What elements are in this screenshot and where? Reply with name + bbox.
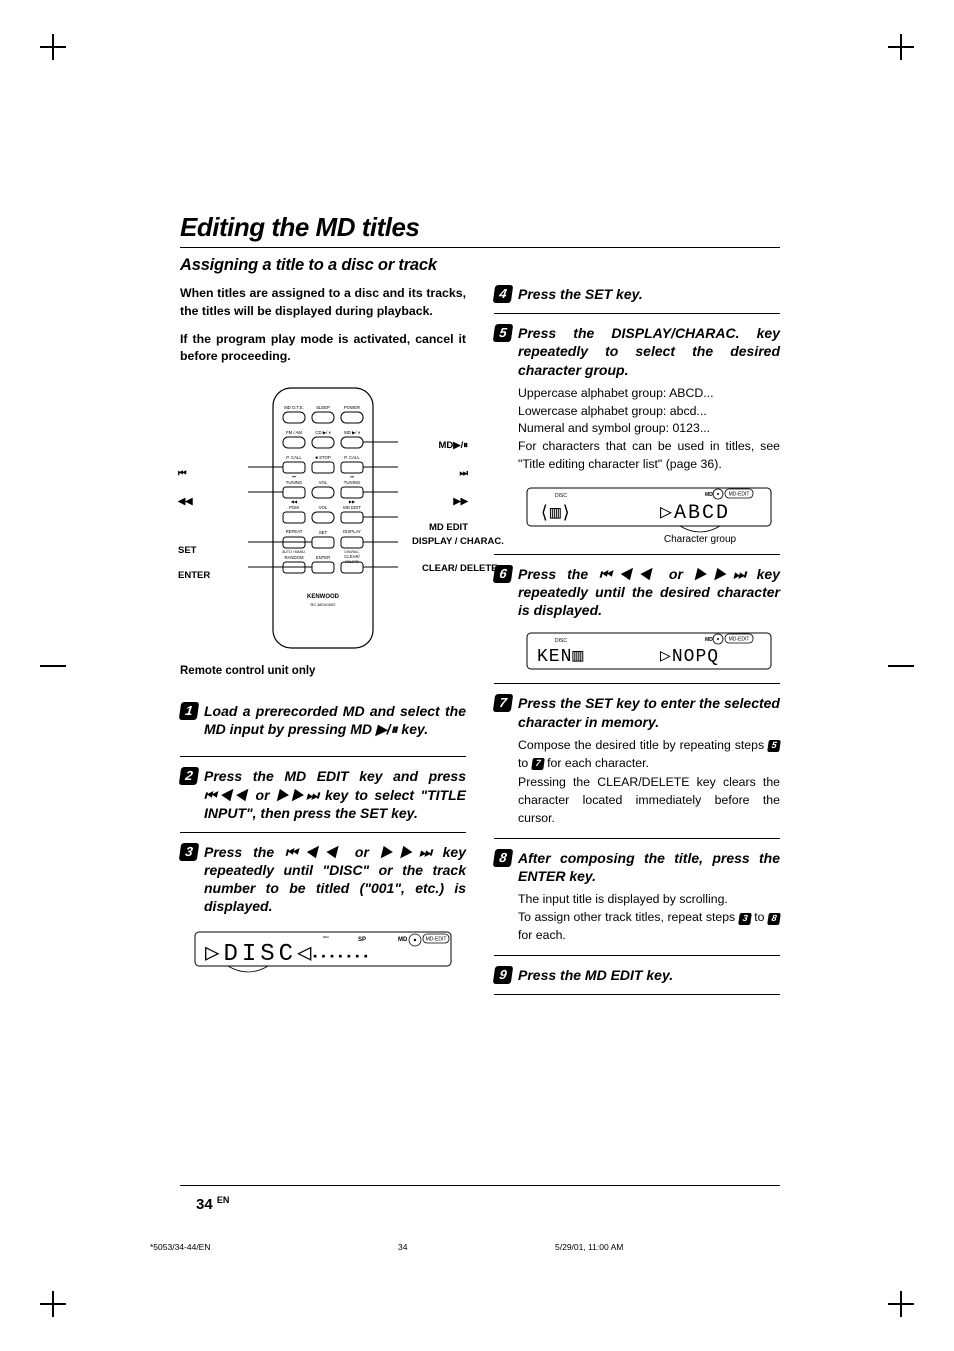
step-5-body-3: Numeral and symbol group: 0123... — [518, 420, 780, 438]
svg-text:▷DISC◁: ▷DISC◁ — [205, 941, 316, 968]
step-7: Press the SET key to enter the selected … — [518, 694, 780, 730]
step-5-body-1: Uppercase alphabet group: ABCD... — [518, 385, 780, 403]
svg-text:▷ABCD: ▷ABCD — [660, 502, 730, 525]
remote-diagram: MD O.T.E. SLEEP POWER FM / AM CD ▶/ ⏸ MD… — [243, 386, 403, 651]
svg-text:MD: MD — [398, 937, 408, 943]
svg-text:P. CALL: P. CALL — [286, 455, 302, 460]
svg-text:RC-MDX0002: RC-MDX0002 — [311, 602, 337, 607]
step-3: Press the ⏮◀◀ or ▶▶⏭ key repeatedly unti… — [204, 843, 466, 916]
step-num-1: 1 — [179, 702, 200, 720]
svg-text:VOL: VOL — [319, 505, 328, 510]
step-num-7: 7 — [493, 694, 514, 712]
svg-text:KENWOOD: KENWOOD — [307, 594, 340, 600]
svg-text:MD: MD — [705, 492, 713, 498]
svg-text:▪ ▪ ▪ ▪ ▪ ▪ ▪: ▪ ▪ ▪ ▪ ▪ ▪ ▪ — [313, 952, 368, 960]
svg-text:MD-EDIT: MD-EDIT — [426, 936, 447, 942]
svg-text:CLEAR/: CLEAR/ — [344, 554, 360, 559]
svg-text:PGM: PGM — [289, 505, 299, 510]
step-7-body-1: Compose the desired title by repeating s… — [518, 737, 780, 773]
label-set: SET — [178, 545, 196, 556]
svg-text:AUTO / MANU.: AUTO / MANU. — [282, 550, 306, 554]
section-subtitle: Assigning a title to a disc or track — [180, 256, 780, 275]
step-8: After composing the title, press the ENT… — [518, 849, 780, 885]
page-number: 34 EN — [196, 1195, 229, 1213]
step-5-body-2: Lowercase alphabet group: abcd... — [518, 403, 780, 421]
footer-left: *5053/34-44/EN — [150, 1242, 211, 1252]
svg-text:CD ▶/ ⏸: CD ▶/ ⏸ — [315, 430, 330, 435]
display-fig-1: ▷DISC◁ REC SP MD MD-EDIT ▪ ▪ ▪ ▪ ▪ ▪ ▪ — [180, 926, 466, 976]
svg-text:TUNING: TUNING — [344, 480, 361, 485]
intro-1: When titles are assigned to a disc and i… — [180, 285, 466, 321]
svg-text:DISPLAY: DISPLAY — [343, 529, 361, 534]
step-num-3: 3 — [179, 843, 200, 861]
svg-text:DELETE: DELETE — [345, 560, 359, 564]
step-5-body-4: For characters that can be used in title… — [518, 438, 780, 474]
svg-text:⏮: ⏮ — [292, 474, 296, 479]
label-rew: ◀◀ — [178, 496, 193, 507]
svg-text:⟨▥⟩: ⟨▥⟩ — [539, 504, 572, 524]
step-7-body-2: Pressing the CLEAR/DELETE key clears the… — [518, 774, 780, 827]
svg-text:▷NOPQ: ▷NOPQ — [660, 647, 719, 667]
svg-text:KEN▥: KEN▥ — [537, 647, 584, 667]
step-num-8: 8 — [493, 849, 514, 867]
label-mdplay: MD▶/⏸ — [439, 440, 468, 451]
label-enter: ENTER — [178, 570, 210, 581]
svg-text:■ STOP: ■ STOP — [315, 455, 331, 460]
remote-caption: Remote control unit only — [180, 663, 466, 680]
svg-text:SLEEP: SLEEP — [316, 405, 330, 410]
svg-text:P. CALL: P. CALL — [344, 455, 360, 460]
svg-text:REPEAT: REPEAT — [286, 529, 303, 534]
step-num-6: 6 — [493, 565, 514, 583]
label-mdedit: MD EDIT — [429, 522, 468, 533]
svg-text:SP: SP — [358, 937, 366, 943]
step-6: Press the ⏮◀◀ or ▶▶⏭ key repeatedly unti… — [518, 565, 780, 620]
step-1: Load a prerecorded MD and select the MD … — [204, 702, 466, 738]
display-fig-2: DISC ⟨▥⟩ ▷ABCD MD MD-EDIT Character grou… — [518, 484, 780, 544]
svg-text:DISC: DISC — [555, 638, 567, 644]
label-next: ⏭ — [459, 468, 468, 479]
footer-right: 5/29/01, 11:00 AM — [555, 1242, 623, 1252]
step-num-2: 2 — [179, 767, 200, 785]
svg-text:ENTER: ENTER — [316, 555, 331, 560]
svg-text:MD-EDIT: MD-EDIT — [729, 491, 750, 497]
step-9: Press the MD EDIT key. — [518, 966, 780, 984]
step-num-9: 9 — [493, 966, 514, 984]
label-display-charac: DISPLAY / CHARAC. — [412, 537, 468, 547]
section-title: Editing the MD titles — [180, 212, 780, 243]
svg-text:REC: REC — [323, 935, 330, 939]
step-8-body-1: The input title is displayed by scrollin… — [518, 891, 780, 909]
intro-2: If the program play mode is activated, c… — [180, 331, 466, 367]
svg-text:SET: SET — [319, 530, 328, 535]
svg-text:DISC: DISC — [555, 493, 567, 499]
svg-text:⏭: ⏭ — [350, 474, 354, 479]
step-4: Press the SET key. — [518, 285, 780, 303]
svg-text:RANDOM: RANDOM — [284, 555, 304, 560]
footer-mid: 34 — [398, 1242, 407, 1252]
svg-text:MD ▶/ ⏸: MD ▶/ ⏸ — [344, 430, 360, 435]
svg-text:MD O.T.E.: MD O.T.E. — [284, 405, 304, 410]
display-fig-3: DISC KEN▥ ▷NOPQ MD MD-EDIT — [518, 629, 780, 673]
step-num-5: 5 — [493, 324, 514, 342]
step-num-4: 4 — [493, 285, 514, 303]
svg-text:Character group: Character group — [664, 534, 737, 544]
step-8-body-2: To assign other track titles, repeat ste… — [518, 909, 780, 945]
svg-text:VOL: VOL — [319, 480, 328, 485]
left-column: When titles are assigned to a disc and i… — [180, 285, 466, 995]
svg-text:TUNING: TUNING — [286, 480, 303, 485]
svg-text:MD EDIT: MD EDIT — [343, 505, 361, 510]
svg-text:POWER: POWER — [344, 405, 360, 410]
label-prev: ⏮ — [178, 468, 187, 479]
label-ff: ▶▶ — [453, 496, 468, 507]
right-column: 4Press the SET key. 5Press the DISPLAY/C… — [494, 285, 780, 995]
step-5: Press the DISPLAY/CHARAC. key repeatedly… — [518, 324, 780, 379]
svg-text:◀◀: ◀◀ — [291, 499, 298, 504]
svg-text:MD: MD — [705, 637, 713, 643]
step-2: Press the MD EDIT key and press ⏮◀◀ or ▶… — [204, 767, 466, 822]
label-clear-delete: CLEAR/ DELETE — [422, 564, 468, 574]
svg-text:▶▶: ▶▶ — [349, 499, 356, 504]
svg-text:MD-EDIT: MD-EDIT — [729, 637, 750, 643]
svg-text:FM / AM: FM / AM — [286, 430, 302, 435]
